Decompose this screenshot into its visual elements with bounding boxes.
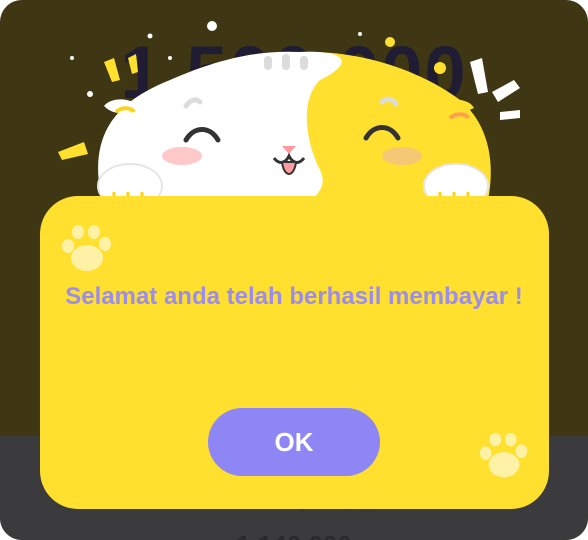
success-message: Selamat anda telah berhasil membayar ! xyxy=(65,283,523,310)
paw-icon xyxy=(479,432,528,478)
paw-icon xyxy=(62,225,111,271)
ok-button[interactable]: OK xyxy=(208,408,380,476)
